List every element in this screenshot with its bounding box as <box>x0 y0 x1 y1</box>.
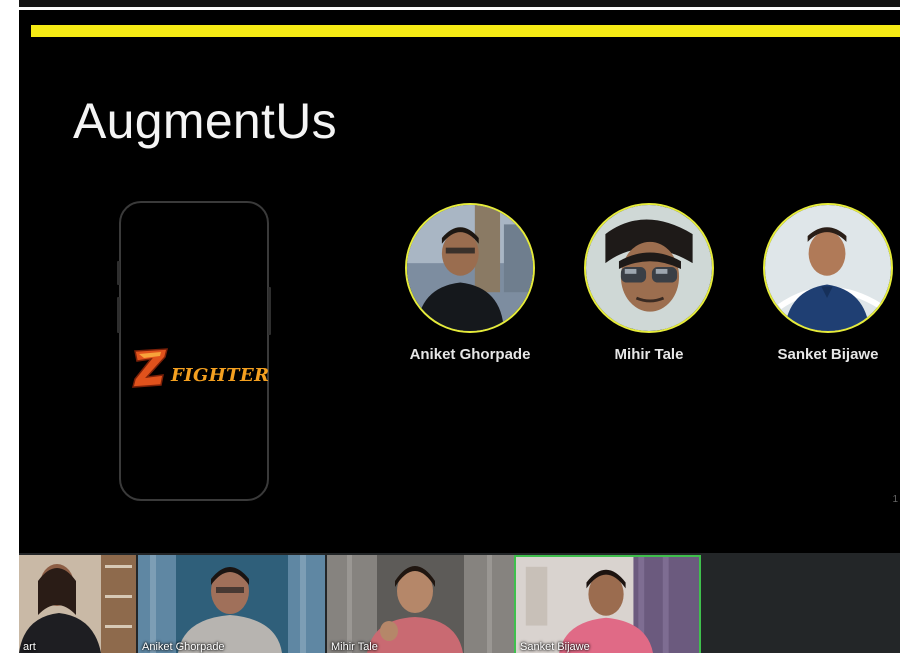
slide-title: AugmentUs <box>73 93 337 149</box>
participant-name: art <box>23 641 36 653</box>
logo-text: FIGHTER <box>171 365 270 386</box>
team-member-card: Sanket Bijawe <box>743 203 900 363</box>
team-member-avatar <box>584 203 714 333</box>
team-member-card: Aniket Ghorpade <box>385 203 555 363</box>
team-member-avatar <box>763 203 893 333</box>
phone-mockup: FIGHTER <box>117 201 271 501</box>
shared-screen-slide: AugmentUs FIGHTER Aniket Ghorpade Mihir … <box>19 10 900 553</box>
phone-side-button <box>268 287 271 335</box>
team-member-name: Sanket Bijawe <box>777 346 879 363</box>
participant-name: Sanket Bijawe <box>520 641 590 653</box>
top-toolbar-strip <box>19 0 900 7</box>
team-member-card: Mihir Tale <box>564 203 734 363</box>
phone-side-button <box>117 297 120 333</box>
z-letter-icon <box>132 348 168 388</box>
accent-bar <box>31 25 900 37</box>
participant-name: Mihir Tale <box>331 641 378 653</box>
team-member-name: Aniket Ghorpade <box>409 346 531 363</box>
app-logo: FIGHTER <box>131 345 269 395</box>
team-member-name: Mihir Tale <box>614 346 684 363</box>
participant-video-strip: art Aniket Ghorpade Mihir Tale Sanket Bi… <box>19 553 900 653</box>
participant-video-tile[interactable]: art <box>19 555 136 653</box>
participant-video-tile[interactable]: Sanket Bijawe <box>514 555 701 653</box>
participant-name: Aniket Ghorpade <box>142 641 225 653</box>
slide-page-number: 1 <box>892 494 898 505</box>
team-member-avatar <box>405 203 535 333</box>
phone-side-button <box>117 261 120 285</box>
participant-video-tile[interactable]: Mihir Tale <box>327 555 514 653</box>
participant-video-tile[interactable]: Aniket Ghorpade <box>138 555 325 653</box>
